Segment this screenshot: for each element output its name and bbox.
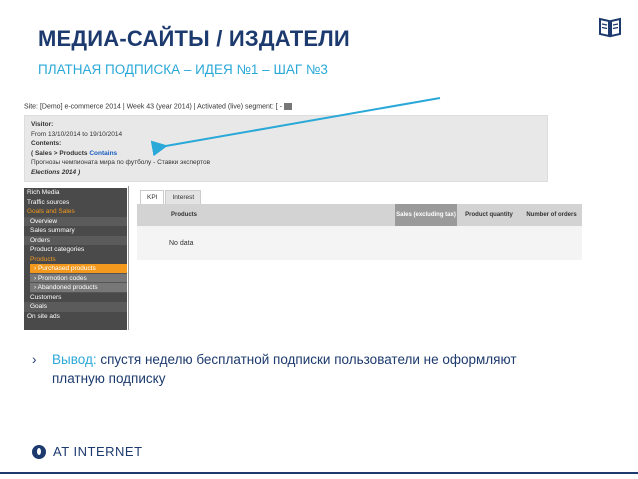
sidebar-item-goals[interactable]: Goals — [24, 302, 127, 312]
sidebar-item-purchased-products[interactable]: › Purchased products — [30, 264, 127, 274]
visitor-box: Visitor: From 13/10/2014 to 19/10/2014 C… — [24, 115, 548, 182]
book-icon — [599, 17, 621, 38]
sidebar-item-traffic-sources[interactable]: Traffic sources — [24, 198, 127, 208]
products-table: Products Sales (excluding tax) Product q… — [137, 204, 582, 260]
footer-rule — [0, 472, 638, 474]
sidebar-item-overview[interactable]: Overview — [24, 216, 127, 226]
sidebar-item-promotion-codes[interactable]: › Promotion codes — [30, 273, 127, 283]
slide-subtitle: ПЛАТНАЯ ПОДПИСКА – ИДЕЯ №1 – ШАГ №3 — [38, 62, 328, 77]
slide-title: МЕДИА-САЙТЫ / ИЗДАТЕЛИ — [38, 26, 350, 51]
condition-line: ( Sales > Products Contains — [31, 149, 541, 159]
sidebar-item-product-categories[interactable]: Product categories — [24, 245, 127, 255]
tab-interest[interactable]: Interest — [165, 190, 202, 204]
sidebar-item-on-site-ads[interactable]: On site ads — [24, 312, 127, 322]
column-product-quantity[interactable]: Product quantity — [458, 204, 520, 226]
conclusion-body: спустя неделю бесплатной подписки пользо… — [52, 352, 517, 386]
segment-button[interactable] — [283, 103, 292, 110]
bullet-marker: › — [32, 352, 37, 367]
column-sales[interactable]: Sales (excluding tax) — [395, 204, 457, 226]
conclusion-label: Вывод: — [52, 352, 97, 367]
sidebar-item-rich-media[interactable]: Rich Media — [24, 188, 127, 198]
sidebar-item-abandoned-products[interactable]: › Abandoned products — [30, 283, 127, 293]
divider — [128, 186, 129, 330]
condition-value-tail: Elections 2014 ) — [31, 168, 81, 176]
condition-prefix: ( Sales > Products — [31, 149, 90, 157]
visitor-label: Visitor: — [31, 121, 54, 128]
visitor-period: From 13/10/2014 to 19/10/2014 — [31, 130, 123, 138]
sidebar-item-orders[interactable]: Orders — [24, 235, 127, 245]
column-number-of-orders[interactable]: Number of orders — [521, 204, 582, 226]
sidebar-item-products[interactable]: Products — [24, 255, 127, 265]
site-bar: Site: [Demo] e-commerce 2014 | Week 43 (… — [24, 103, 292, 110]
tab-kpi[interactable]: KPI — [140, 190, 165, 204]
logo-text: AT INTERNET — [53, 444, 143, 459]
empty-state-text: No data — [169, 240, 194, 247]
sidebar-item-goals-and-sales[interactable]: Goals and Sales — [24, 207, 127, 217]
table-header: Products Sales (excluding tax) Product q… — [137, 204, 582, 226]
sidebar-item-customers[interactable]: Customers — [24, 293, 127, 303]
sidebar-item-sales-summary[interactable]: Sales summary — [24, 226, 127, 236]
site-bar-text: Site: [Demo] e-commerce 2014 | Week 43 (… — [24, 103, 282, 111]
column-products[interactable]: Products — [137, 204, 395, 226]
condition-value: Прогнозы чемпионата мира по футболу - Ст… — [31, 159, 211, 166]
report-tabs: KPI Interest — [140, 190, 202, 204]
drop-logo-icon — [32, 444, 46, 459]
conclusion-text: Вывод: спустя неделю бесплатной подписки… — [52, 350, 532, 388]
condition-operator: Contains — [89, 149, 118, 157]
slide: { "title": "МЕДИА-САЙТЫ / ИЗДАТЕЛИ", "su… — [0, 0, 638, 479]
company-logo: AT INTERNET — [32, 444, 143, 459]
contents-label: Contents: — [31, 140, 62, 147]
analytics-sidebar: Rich Media Traffic sources Goals and Sal… — [24, 188, 127, 330]
